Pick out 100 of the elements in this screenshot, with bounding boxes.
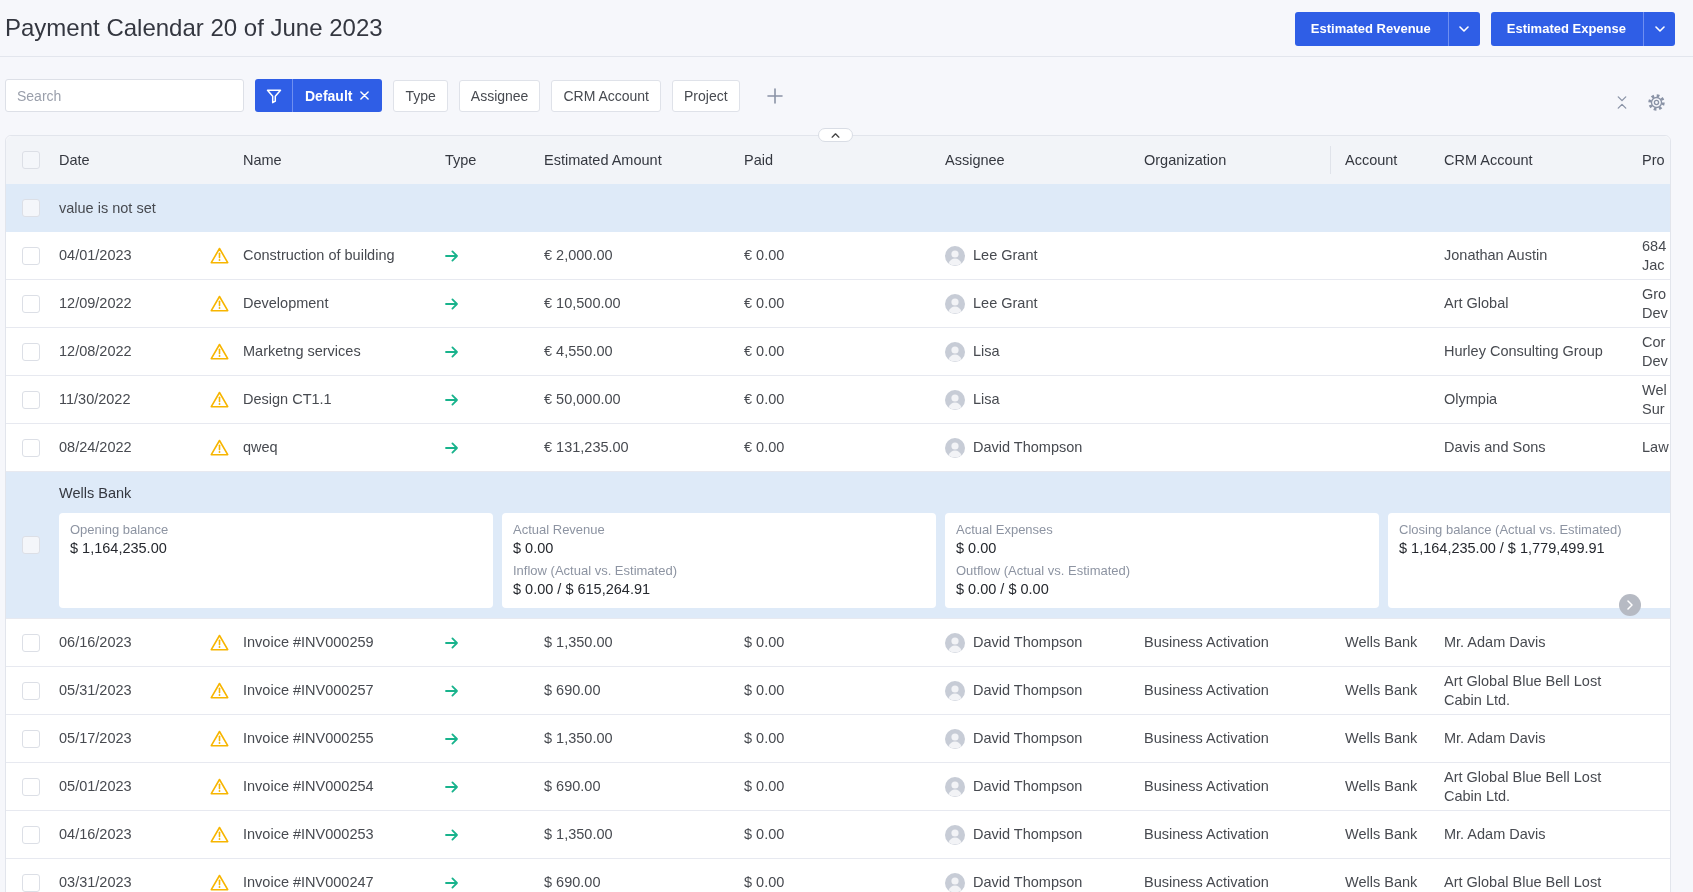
checkbox[interactable] bbox=[22, 633, 40, 652]
dropdown-button[interactable] bbox=[1643, 11, 1675, 46]
table-cell: $ 0.00 bbox=[744, 825, 785, 844]
assignee-name: Lisa bbox=[973, 390, 1000, 409]
warning-icon bbox=[210, 778, 229, 795]
table-cell: € 0.00 bbox=[744, 246, 785, 265]
arrow-right-icon bbox=[445, 345, 459, 358]
filter-button[interactable] bbox=[255, 79, 292, 112]
collapse-button[interactable] bbox=[818, 128, 853, 142]
table-cell: 05/17/2023 bbox=[59, 729, 132, 748]
table-cell: € 0.00 bbox=[744, 390, 785, 409]
avatar-icon bbox=[945, 293, 965, 314]
filter-chip[interactable]: Project bbox=[672, 79, 740, 112]
assignee-name: David Thompson bbox=[973, 873, 1083, 892]
checkbox[interactable] bbox=[22, 294, 40, 313]
summary-value: $ 0.00 bbox=[513, 539, 554, 558]
table-cell: 03/31/2023 bbox=[59, 873, 132, 892]
table-cell: 04/01/2023 bbox=[59, 246, 132, 265]
table-cell: Wells Bank bbox=[1345, 777, 1418, 796]
checkbox[interactable] bbox=[22, 246, 40, 265]
checkbox[interactable] bbox=[22, 536, 40, 554]
column-header[interactable]: Organization bbox=[1144, 150, 1227, 170]
arrow-right-icon bbox=[445, 441, 459, 454]
arrow-right-icon bbox=[445, 297, 459, 310]
table-cell: 04/16/2023 bbox=[59, 825, 132, 844]
checkbox[interactable] bbox=[22, 438, 40, 457]
table-cell: $ 0.00 bbox=[744, 729, 785, 748]
checkbox[interactable] bbox=[22, 681, 40, 700]
table-cell: € 0.00 bbox=[744, 294, 785, 313]
avatar-icon bbox=[945, 728, 965, 749]
arrow-right-icon bbox=[445, 732, 459, 745]
avatar-icon bbox=[945, 341, 965, 362]
checkbox[interactable] bbox=[22, 199, 40, 217]
table-cell: $ 690.00 bbox=[544, 777, 601, 796]
checkbox[interactable] bbox=[22, 151, 40, 169]
summary-value: $ 1,164,235.00 bbox=[70, 539, 167, 558]
filter-chip[interactable]: CRM Account bbox=[551, 79, 661, 112]
checkbox[interactable] bbox=[22, 342, 40, 361]
column-header[interactable]: Type bbox=[445, 150, 477, 170]
table-cell: $ 1,350.00 bbox=[544, 729, 613, 748]
filter-icon bbox=[265, 87, 282, 104]
checkbox[interactable] bbox=[22, 873, 40, 892]
summary-label: Opening balance bbox=[70, 521, 169, 539]
table-cell: Invoice #INV000247 bbox=[243, 873, 374, 892]
table-cell: $ 0.00 bbox=[744, 633, 785, 652]
table-cell: € 0.00 bbox=[744, 342, 785, 361]
table-cell: 05/31/2023 bbox=[59, 681, 132, 700]
warning-icon bbox=[210, 874, 229, 891]
column-header[interactable]: Assignee bbox=[945, 150, 1005, 170]
summary-value: $ 1,164,235.00 / $ 1,779,499.91 bbox=[1399, 539, 1605, 558]
summary-value: $ 0.00 / $ 615,264.91 bbox=[513, 580, 651, 599]
arrow-right-icon bbox=[445, 249, 459, 262]
avatar-icon bbox=[945, 824, 965, 845]
column-header[interactable]: CRM Account bbox=[1444, 150, 1533, 170]
warning-icon bbox=[210, 826, 229, 843]
settings-icon[interactable] bbox=[1648, 94, 1665, 111]
plus-icon[interactable] bbox=[766, 87, 783, 104]
checkbox[interactable] bbox=[22, 729, 40, 748]
column-header[interactable]: Name bbox=[243, 150, 282, 170]
arrow-right-icon bbox=[445, 636, 459, 649]
close-icon bbox=[360, 91, 370, 100]
next-button[interactable] bbox=[1619, 594, 1641, 616]
checkbox[interactable] bbox=[22, 825, 40, 844]
table-cell: 12/08/2022 bbox=[59, 342, 132, 361]
column-header[interactable]: Account bbox=[1345, 150, 1398, 170]
table-cell: Invoice #INV000257 bbox=[243, 681, 374, 700]
checkbox[interactable] bbox=[22, 390, 40, 409]
summary-label: Closing balance (Actual vs. Estimated) bbox=[1399, 521, 1622, 539]
filter-preset-chip[interactable]: Default bbox=[292, 79, 383, 112]
arrow-right-icon bbox=[445, 393, 459, 406]
assignee-name: David Thompson bbox=[973, 825, 1083, 844]
assignee-name: David Thompson bbox=[973, 633, 1083, 652]
search-field[interactable]: Search bbox=[5, 79, 244, 112]
summary-value: $ 0.00 bbox=[956, 539, 997, 558]
dropdown-button[interactable] bbox=[1447, 11, 1480, 46]
action-button[interactable]: Estimated Expense bbox=[1490, 11, 1643, 46]
collapse-icon[interactable] bbox=[1616, 95, 1628, 110]
column-header[interactable]: Date bbox=[59, 150, 90, 170]
arrow-right-icon bbox=[445, 828, 459, 841]
assignee-name: David Thompson bbox=[973, 681, 1083, 700]
warning-icon bbox=[210, 247, 229, 264]
warning-icon bbox=[210, 682, 229, 699]
column-header[interactable]: Estimated Amount bbox=[544, 150, 662, 170]
assignee-name: David Thompson bbox=[973, 438, 1083, 457]
table-cell: Business Activation bbox=[1144, 729, 1269, 748]
filter-chip[interactable]: Assignee bbox=[458, 79, 541, 112]
table-cell-text: Jonathan Austin bbox=[1444, 246, 1549, 265]
table-cell-text: Art Global Blue Bell Lost bbox=[1444, 873, 1603, 892]
assignee-name: Lee Grant bbox=[973, 294, 1038, 313]
table-cell-text: Mr. Adam Davis bbox=[1444, 633, 1547, 652]
table-cell: € 50,000.00 bbox=[544, 390, 621, 409]
column-header[interactable]: Paid bbox=[744, 150, 774, 170]
arrow-right-icon bbox=[445, 780, 459, 793]
avatar-icon bbox=[945, 776, 965, 797]
action-button[interactable]: Estimated Revenue bbox=[1294, 11, 1448, 46]
table-cell: € 10,500.00 bbox=[544, 294, 621, 313]
checkbox[interactable] bbox=[22, 777, 40, 796]
summary-label: Actual Revenue bbox=[513, 521, 605, 539]
filter-chip[interactable]: Type bbox=[393, 79, 448, 112]
column-header[interactable]: Pro bbox=[1642, 150, 1665, 170]
